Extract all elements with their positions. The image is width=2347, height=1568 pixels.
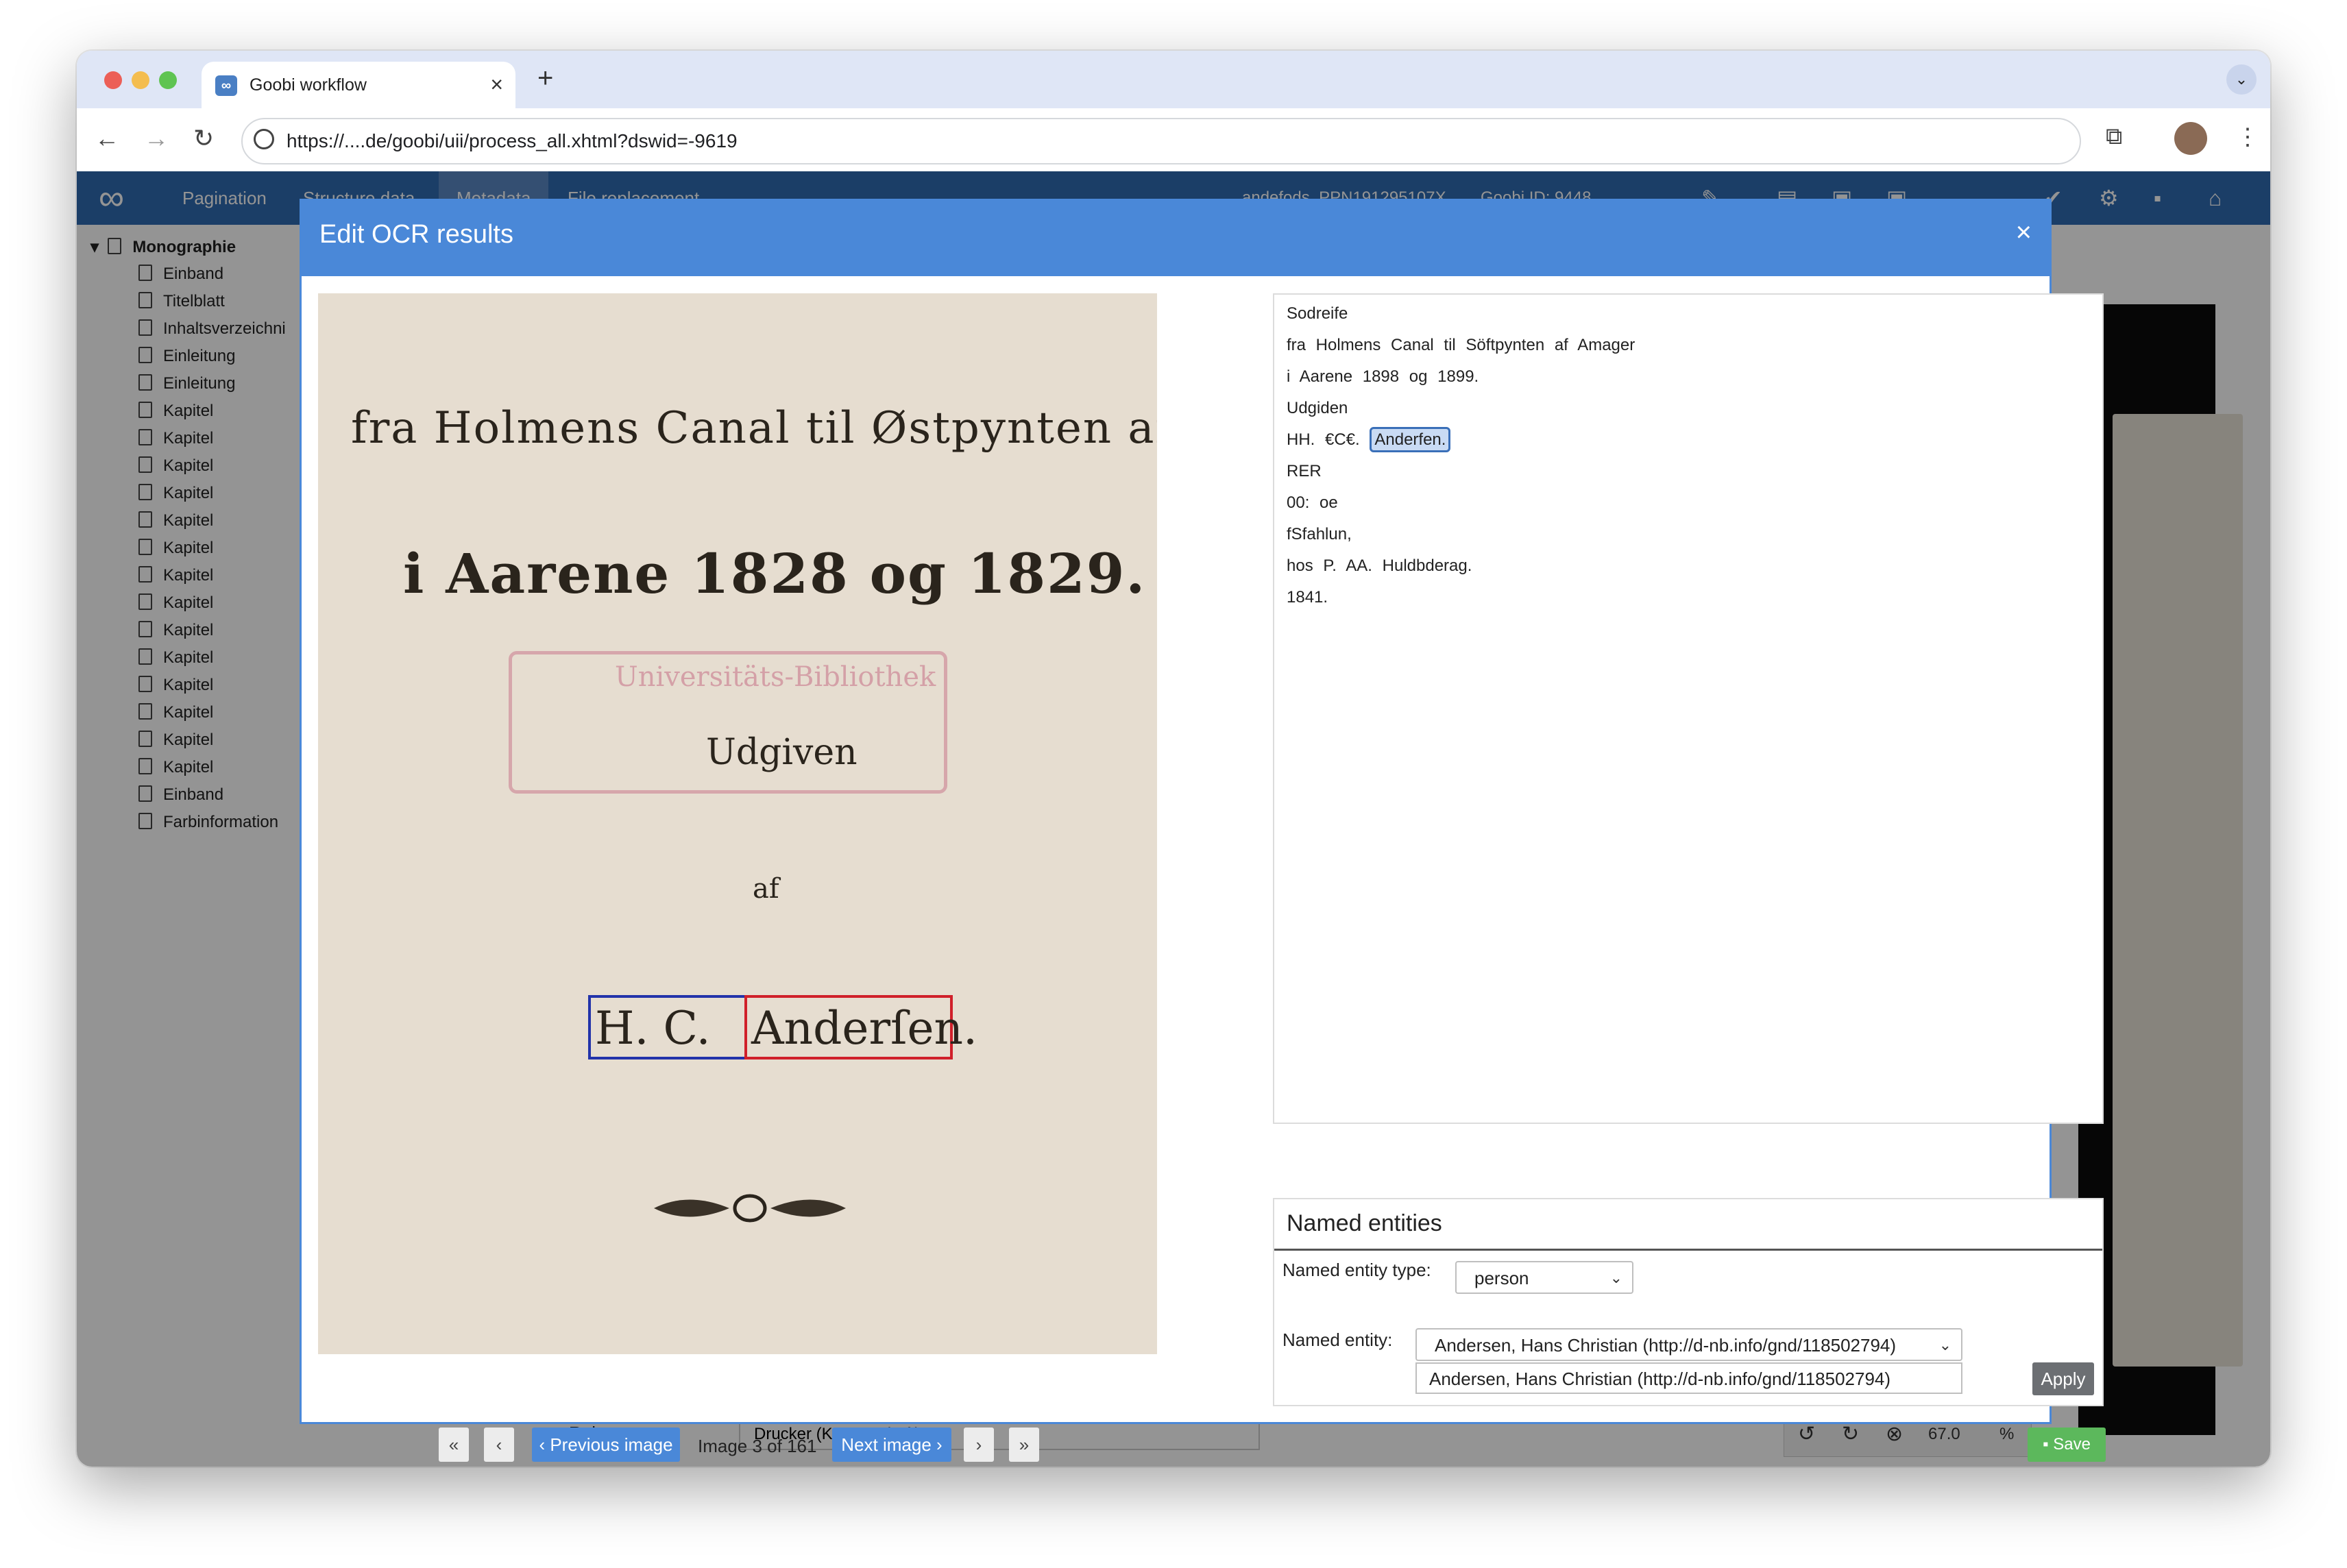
tab-search-button[interactable]: ⌄ — [2226, 64, 2257, 95]
scan-line-udgiven: Udgiven — [706, 732, 858, 773]
scan-name-surname: Anderſen. — [751, 1002, 977, 1055]
ocr-line[interactable]: 00: oe — [1287, 493, 1338, 513]
address-bar[interactable]: https://....de/goobi/uii/process_all.xht… — [241, 118, 2081, 164]
entity-type-value: person — [1474, 1268, 1529, 1288]
save-icon: ▪ — [2043, 1435, 2049, 1454]
new-tab-button[interactable]: + — [537, 63, 553, 94]
scan-line-title: fra Holmens Canal til Østpynten af Amag — [351, 403, 1157, 454]
edit-ocr-modal: Edit OCR results × fra Holmens Canal til… — [300, 199, 2106, 1462]
first-image-button[interactable]: « — [439, 1428, 469, 1462]
stamp-text: Universitäts-Bibliothek — [615, 661, 936, 693]
entity-text-field[interactable]: Andersen, Hans Christian (http://d-nb.in… — [1415, 1362, 1962, 1394]
entity-select[interactable]: Andersen, Hans Christian (http://d-nb.in… — [1415, 1328, 1962, 1361]
ocr-line-prefix[interactable]: HH. €C€. — [1287, 430, 1360, 449]
prev-page-button[interactable]: ‹ — [484, 1428, 514, 1462]
entity-type-label: Named entity type: — [1282, 1260, 1431, 1280]
previous-image-button[interactable]: ‹ Previous image — [532, 1428, 680, 1462]
entity-text-value: Andersen, Hans Christian (http://d-nb.in… — [1429, 1369, 1891, 1389]
ocr-line[interactable]: Sodreife — [1287, 304, 1348, 323]
chevron-down-icon: ⌄ — [1938, 1336, 1951, 1353]
ocr-line[interactable]: i Aarene 1898 og 1899. — [1287, 367, 1479, 387]
divider — [1274, 1249, 2102, 1251]
apply-button[interactable]: Apply — [2032, 1362, 2094, 1395]
entity-type-select[interactable]: person ⌄ — [1455, 1261, 1633, 1294]
ocr-line-with-entity[interactable]: HH. €C€. Anderfen. — [1287, 427, 1451, 452]
browser-window: ∞ Goobi workflow × + ⌄ ← → ↻ https://...… — [77, 51, 2270, 1467]
browser-menu-icon[interactable]: ⋮ — [2236, 123, 2259, 151]
ornament-icon — [654, 1194, 846, 1223]
ocr-line[interactable]: Udgiden — [1287, 399, 1348, 418]
chevron-down-icon: ⌄ — [1609, 1269, 1622, 1286]
scan-line-years: i Aarene 1828 og 1829. — [403, 541, 1147, 606]
next-page-button[interactable]: › — [964, 1428, 994, 1462]
last-image-button[interactable]: » — [1009, 1428, 1039, 1462]
tab-strip: ∞ Goobi workflow × + ⌄ — [77, 51, 2270, 108]
close-icon[interactable]: × — [2016, 219, 2032, 246]
forward-arrow-icon[interactable]: → — [144, 123, 169, 154]
reload-icon[interactable]: ↻ — [193, 123, 214, 154]
extensions-icon[interactable]: ⧉ — [2106, 123, 2122, 150]
entity-select-value: Andersen, Hans Christian (http://d-nb.in… — [1435, 1335, 1897, 1356]
maximize-window-button[interactable] — [159, 71, 177, 89]
profile-avatar[interactable] — [2174, 122, 2207, 155]
close-window-button[interactable] — [104, 71, 122, 89]
save-label: Save — [2053, 1435, 2091, 1454]
tab-close-icon[interactable]: × — [490, 71, 503, 97]
browser-tab[interactable]: ∞ Goobi workflow × — [202, 62, 515, 108]
browser-toolbar: ← → ↻ https://....de/goobi/uii/process_a… — [77, 108, 2270, 172]
scan-name-initials: H. C. — [595, 1002, 711, 1055]
tab-title: Goobi workflow — [250, 75, 367, 95]
modal-header: Edit OCR results × — [302, 201, 2050, 276]
ocr-line[interactable]: fra Holmens Canal til Söftpynten af Amag… — [1287, 336, 1635, 355]
named-entities-panel: Named entities Named entity type: person… — [1273, 1198, 2104, 1406]
ocr-text-editor[interactable]: Sodreife fra Holmens Canal til Söftpynte… — [1273, 293, 2104, 1124]
scan-image: fra Holmens Canal til Østpynten af Amag … — [318, 293, 1157, 1354]
save-button[interactable]: ▪ Save — [2028, 1428, 2106, 1462]
goobi-favicon-icon: ∞ — [215, 75, 237, 96]
entity-label: Named entity: — [1282, 1330, 1393, 1350]
back-arrow-icon[interactable]: ← — [95, 123, 119, 154]
url-text: https://....de/goobi/uii/process_all.xht… — [287, 130, 738, 151]
ocr-line[interactable]: fSfahlun, — [1287, 525, 1352, 544]
site-info-icon[interactable] — [254, 129, 274, 149]
ocr-line[interactable]: 1841. — [1287, 588, 1328, 607]
modal-title: Edit OCR results — [319, 220, 513, 249]
ocr-highlighted-word[interactable]: Anderfen. — [1370, 427, 1451, 452]
ocr-line[interactable]: RER — [1287, 462, 1322, 481]
scan-line-af: af — [753, 873, 779, 905]
image-counter: Image 3 of 161 — [698, 1436, 817, 1456]
ocr-line[interactable]: hos P. AA. Huldbderag. — [1287, 556, 1472, 576]
next-image-button[interactable]: Next image › — [832, 1428, 951, 1462]
minimize-window-button[interactable] — [132, 71, 149, 89]
named-entities-title: Named entities — [1287, 1210, 1442, 1236]
